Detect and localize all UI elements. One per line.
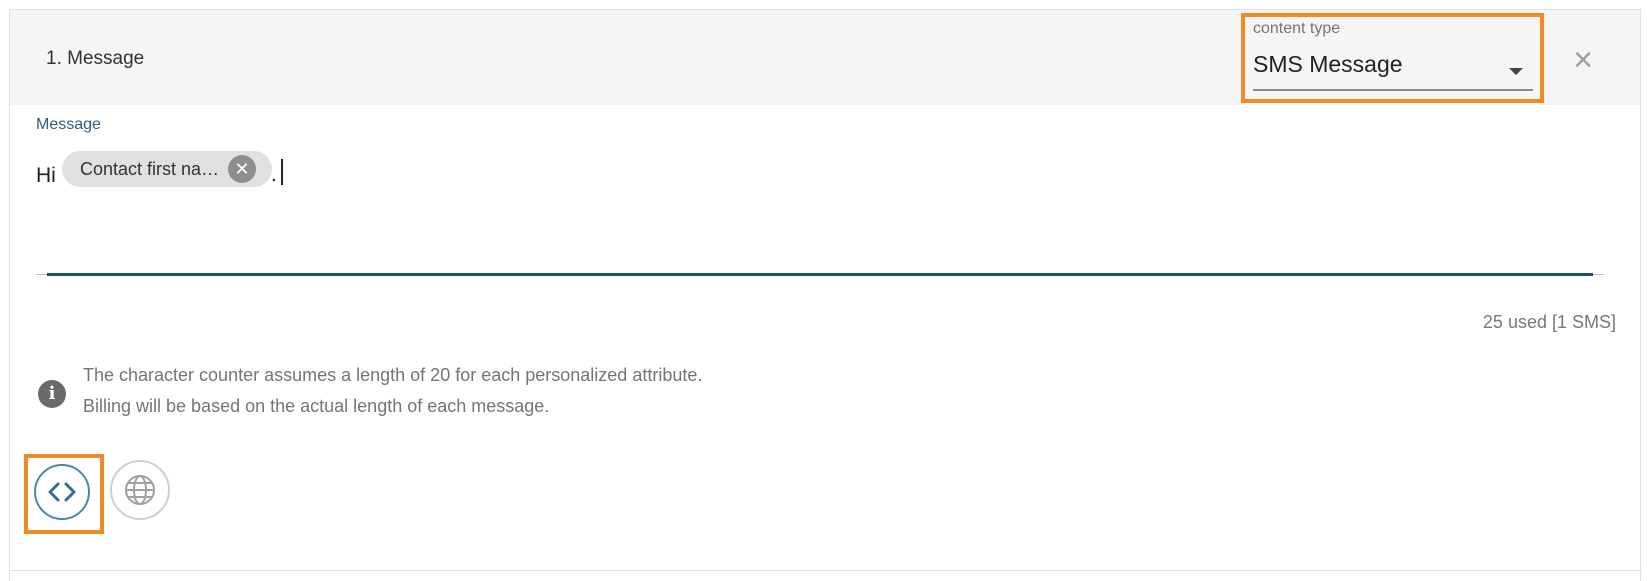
text-caret <box>281 159 283 185</box>
personalization-token[interactable]: Contact first na… ✕ <box>62 151 272 187</box>
message-text-after: . <box>271 163 277 186</box>
message-text-before: Hi <box>36 164 56 187</box>
dropdown-arrow-icon <box>1509 68 1523 75</box>
card-divider <box>9 570 1642 571</box>
card-header: 1. Message content type SMS Message × <box>10 10 1640 105</box>
code-icon <box>48 482 76 502</box>
code-button-highlight <box>24 454 104 534</box>
step-title: 1. Message <box>46 48 145 69</box>
content-type-select[interactable]: content type SMS Message <box>1241 13 1544 103</box>
info-text-line-2: Billing will be based on the actual leng… <box>83 396 550 416</box>
message-card: 1. Message content type SMS Message × <box>9 9 1641 581</box>
message-label: Message <box>36 116 101 133</box>
content-type-label: content type <box>1253 20 1341 37</box>
content-type-underline <box>1253 89 1533 91</box>
code-button[interactable] <box>34 464 90 520</box>
message-editor[interactable]: Hi Contact first na… ✕ . <box>36 150 1604 290</box>
message-focus-underline <box>47 273 1593 276</box>
character-counter: 25 used [1 SMS] <box>1482 312 1616 332</box>
close-button[interactable]: × <box>1566 43 1600 77</box>
info-icon: i <box>38 380 66 408</box>
globe-button[interactable] <box>110 460 170 520</box>
info-text-line-1: The character counter assumes a length o… <box>83 365 703 385</box>
globe-icon <box>125 475 155 505</box>
token-remove-icon[interactable]: ✕ <box>228 155 256 183</box>
content-type-value: SMS Message <box>1253 51 1403 77</box>
token-label: Contact first na… <box>80 159 220 179</box>
